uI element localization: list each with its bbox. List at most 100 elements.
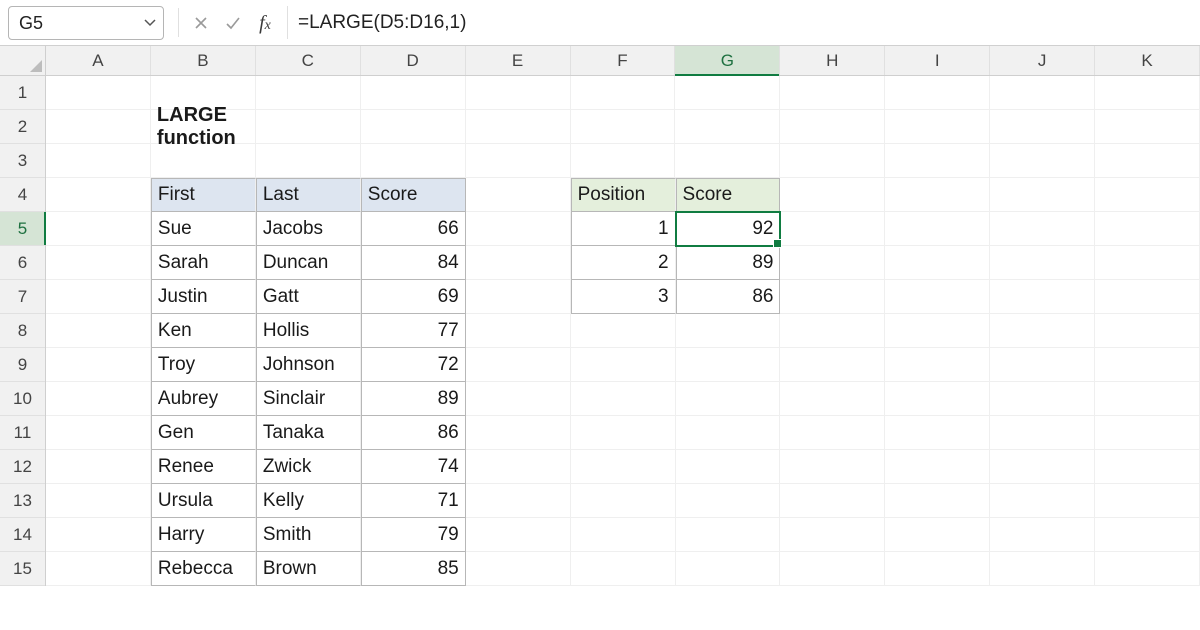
cell-K14[interactable] [1095,518,1200,552]
cell-A14[interactable] [46,518,151,552]
cell-G6[interactable]: 89 [676,246,781,280]
row-header-6[interactable]: 6 [0,246,45,280]
cell-I2[interactable] [885,110,990,144]
cell-J15[interactable] [990,552,1095,586]
cell-H15[interactable] [780,552,885,586]
select-all-corner[interactable] [0,46,46,76]
cell-I8[interactable] [885,314,990,348]
cell-J12[interactable] [990,450,1095,484]
cell-B10[interactable]: Aubrey [151,382,256,416]
cell-D3[interactable] [361,144,466,178]
cell-A6[interactable] [46,246,151,280]
cell-D1[interactable] [361,76,466,110]
row-header-4[interactable]: 4 [0,178,45,212]
cell-G8[interactable] [676,314,781,348]
cell-I14[interactable] [885,518,990,552]
cell-K8[interactable] [1095,314,1200,348]
cell-F11[interactable] [571,416,676,450]
row-header-3[interactable]: 3 [0,144,45,178]
row-header-1[interactable]: 1 [0,76,45,110]
cell-G5[interactable]: 92 [676,212,781,246]
cell-A12[interactable] [46,450,151,484]
cell-H9[interactable] [780,348,885,382]
cell-I3[interactable] [885,144,990,178]
cell-B5[interactable]: Sue [151,212,256,246]
cell-D12[interactable]: 74 [361,450,466,484]
cell-H5[interactable] [780,212,885,246]
cell-C3[interactable] [256,144,361,178]
cell-K10[interactable] [1095,382,1200,416]
cell-E3[interactable] [466,144,571,178]
cell-B3[interactable] [151,144,256,178]
column-header-A[interactable]: A [46,46,151,75]
cell-H13[interactable] [780,484,885,518]
cell-G10[interactable] [676,382,781,416]
column-header-H[interactable]: H [780,46,885,75]
cell-C12[interactable]: Zwick [256,450,361,484]
cell-G4[interactable]: Score [676,178,781,212]
cell-B12[interactable]: Renee [151,450,256,484]
cell-K5[interactable] [1095,212,1200,246]
cell-K13[interactable] [1095,484,1200,518]
cell-H3[interactable] [780,144,885,178]
cell-C15[interactable]: Brown [256,552,361,586]
cell-J9[interactable] [990,348,1095,382]
cell-E5[interactable] [466,212,571,246]
cell-B11[interactable]: Gen [151,416,256,450]
cell-A10[interactable] [46,382,151,416]
column-header-J[interactable]: J [990,46,1095,75]
cell-A3[interactable] [46,144,151,178]
cell-H2[interactable] [780,110,885,144]
cell-F13[interactable] [571,484,676,518]
cell-F4[interactable]: Position [571,178,676,212]
cell-J14[interactable] [990,518,1095,552]
row-header-14[interactable]: 14 [0,518,45,552]
cell-A2[interactable] [46,110,151,144]
cell-D10[interactable]: 89 [361,382,466,416]
cell-J10[interactable] [990,382,1095,416]
cell-K11[interactable] [1095,416,1200,450]
cell-B2[interactable]: LARGE function [151,110,256,144]
row-header-11[interactable]: 11 [0,416,45,450]
cell-F1[interactable] [571,76,676,110]
name-box[interactable]: G5 [8,6,164,40]
cell-E12[interactable] [466,450,571,484]
cell-H1[interactable] [780,76,885,110]
cell-K15[interactable] [1095,552,1200,586]
cell-D2[interactable] [361,110,466,144]
cell-E6[interactable] [466,246,571,280]
cell-A8[interactable] [46,314,151,348]
row-header-8[interactable]: 8 [0,314,45,348]
column-header-K[interactable]: K [1095,46,1200,75]
cell-B4[interactable]: First [151,178,256,212]
cell-F3[interactable] [571,144,676,178]
cell-J2[interactable] [990,110,1095,144]
cell-F10[interactable] [571,382,676,416]
cell-H8[interactable] [780,314,885,348]
cell-F7[interactable]: 3 [571,280,676,314]
column-header-G[interactable]: G [675,46,780,75]
cell-I6[interactable] [885,246,990,280]
formula-input[interactable]: =LARGE(D5:D16,1) [287,6,1192,39]
cell-C5[interactable]: Jacobs [256,212,361,246]
cell-A5[interactable] [46,212,151,246]
cell-H4[interactable] [780,178,885,212]
cell-I11[interactable] [885,416,990,450]
cell-F12[interactable] [571,450,676,484]
cell-E11[interactable] [466,416,571,450]
cell-K12[interactable] [1095,450,1200,484]
cell-E8[interactable] [466,314,571,348]
cell-G9[interactable] [676,348,781,382]
cell-G1[interactable] [675,76,780,110]
cell-C14[interactable]: Smith [256,518,361,552]
row-header-9[interactable]: 9 [0,348,45,382]
cell-H7[interactable] [780,280,885,314]
cell-K1[interactable] [1095,76,1200,110]
cell-E7[interactable] [466,280,571,314]
cell-E14[interactable] [466,518,571,552]
cell-A15[interactable] [46,552,151,586]
cell-H12[interactable] [780,450,885,484]
cell-K6[interactable] [1095,246,1200,280]
row-header-5[interactable]: 5 [0,212,45,246]
cell-C13[interactable]: Kelly [256,484,361,518]
